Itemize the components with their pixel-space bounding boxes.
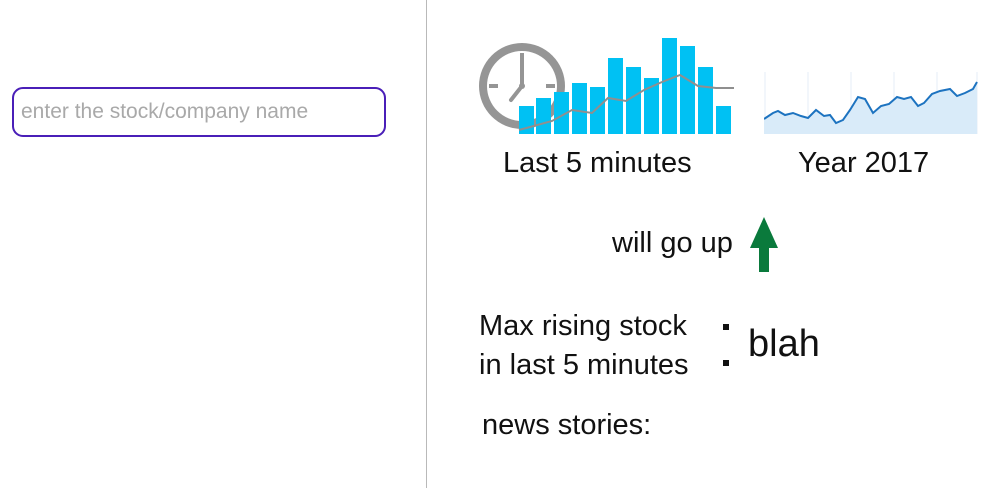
- minute-bar: [716, 106, 731, 134]
- max-rising-label-line-2: in last 5 minutes: [479, 349, 689, 381]
- panel-divider: [426, 0, 427, 488]
- arrow-up-icon: [750, 217, 778, 272]
- max-rising-label-line-1: Max rising stock: [479, 310, 687, 342]
- stock-search-input[interactable]: [12, 87, 386, 137]
- year-2017-caption: Year 2017: [798, 147, 930, 179]
- max-rising-value: blah: [748, 323, 820, 365]
- bullet-dot: [723, 360, 729, 366]
- minute-bar: [608, 58, 623, 134]
- last-5-minutes-caption: Last 5 minutes: [503, 147, 692, 179]
- minute-bar: [662, 38, 677, 134]
- bullet-dot: [723, 324, 729, 330]
- year-2017-chart: [764, 72, 978, 134]
- minute-bar: [698, 67, 713, 134]
- last-5-minutes-chart: [479, 38, 734, 134]
- minute-bar: [536, 98, 551, 134]
- news-stories-label: news stories:: [482, 409, 652, 441]
- minute-bar: [572, 83, 587, 134]
- max-rising-label: Max rising stock in last 5 minutes: [479, 307, 689, 385]
- minute-bar: [590, 87, 605, 134]
- minute-bar: [680, 46, 695, 134]
- prediction-text: will go up: [612, 227, 733, 259]
